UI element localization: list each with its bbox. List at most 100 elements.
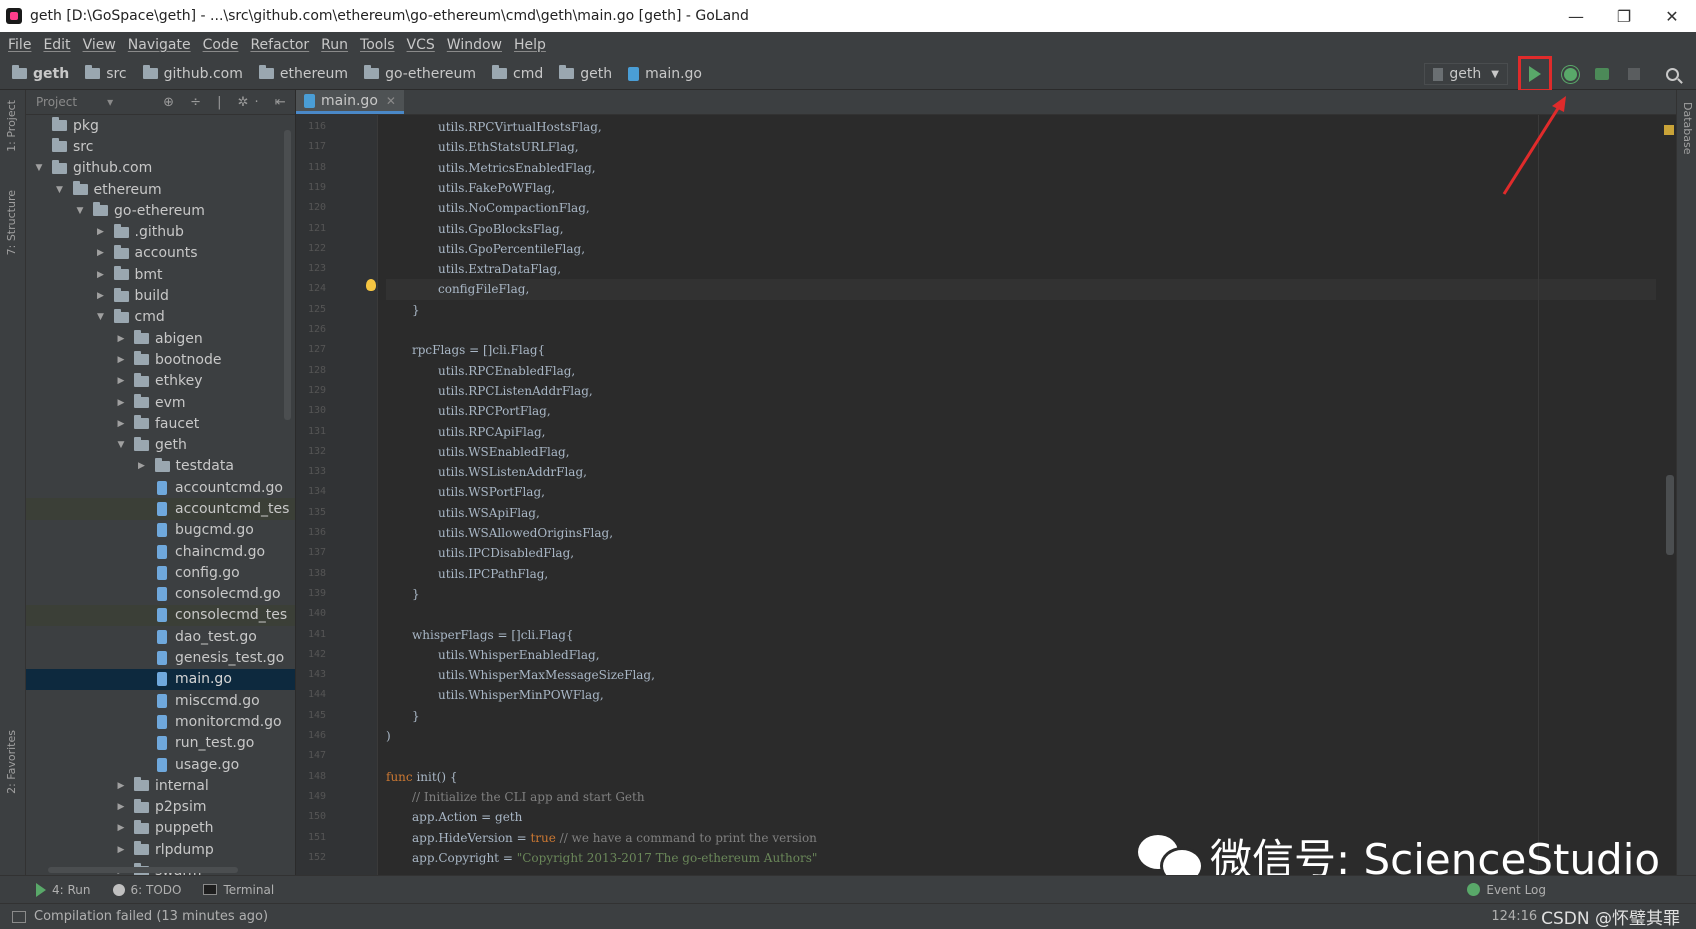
collapsed-arrow-icon[interactable]: ▶ <box>96 270 106 280</box>
expanded-arrow-icon[interactable]: ▼ <box>96 312 106 322</box>
tree-item[interactable]: misccmd.go <box>26 690 295 711</box>
tree-item[interactable]: genesis_test.go <box>26 647 295 668</box>
tree-item[interactable]: ▶ faucet <box>26 413 295 434</box>
caret-position[interactable]: 124:16 <box>1491 909 1537 924</box>
tree-item[interactable]: bugcmd.go <box>26 520 295 541</box>
tree-item[interactable]: src <box>26 136 295 157</box>
tree-item[interactable]: usage.go <box>26 754 295 775</box>
project-horizontal-scrollbar[interactable] <box>48 867 238 873</box>
tree-item[interactable]: ▶ internal <box>26 775 295 796</box>
project-panel-tools[interactable]: ⊕ ÷ | ✲· ⇤ <box>163 95 292 110</box>
chevron-down-icon[interactable]: ▾ <box>107 95 113 109</box>
tree-item[interactable]: ▼ go-ethereum <box>26 200 295 221</box>
collapsed-arrow-icon[interactable]: ▶ <box>116 781 126 791</box>
collapsed-arrow-icon[interactable]: ▶ <box>116 398 126 408</box>
tree-item[interactable]: ▼ github.com <box>26 158 295 179</box>
debug-button[interactable] <box>1556 60 1584 88</box>
project-panel-title[interactable]: Project <box>36 95 77 109</box>
tree-item[interactable]: ▼ ethereum <box>26 179 295 200</box>
tree-item[interactable]: consolecmd.go <box>26 584 295 605</box>
collapsed-arrow-icon[interactable]: ▶ <box>116 334 126 344</box>
tab-main-go[interactable]: main.go ✕ <box>296 90 404 114</box>
tab-project[interactable]: 1: Project <box>5 100 18 152</box>
menu-item-vcs[interactable]: VCS <box>407 37 435 53</box>
breadcrumb-item[interactable]: go-ethereum <box>364 65 476 82</box>
lightbulb-icon[interactable] <box>366 279 376 291</box>
tree-item[interactable]: ▶ .github <box>26 221 295 242</box>
tree-item[interactable]: ▶ build <box>26 285 295 306</box>
tree-item[interactable]: ▶ puppeth <box>26 818 295 839</box>
breadcrumb-item[interactable]: geth <box>559 65 612 82</box>
tree-item[interactable]: dao_test.go <box>26 626 295 647</box>
menu-item-window[interactable]: Window <box>447 37 502 53</box>
code-area[interactable]: utils.RPCVirtualHostsFlag, utils.EthStats… <box>386 115 1656 875</box>
collapsed-arrow-icon[interactable]: ▶ <box>116 823 126 833</box>
tree-item[interactable]: ▶ accounts <box>26 243 295 264</box>
tab-favorites[interactable]: 2: Favorites <box>5 730 18 794</box>
todo-tool-button[interactable]: 6: TODO <box>112 883 181 897</box>
tree-item[interactable]: accountcmd.go <box>26 477 295 498</box>
tree-item[interactable]: pkg <box>26 115 295 136</box>
tree-item[interactable]: ▼ geth <box>26 434 295 455</box>
collapsed-arrow-icon[interactable]: ▶ <box>137 461 147 471</box>
menu-item-run[interactable]: Run <box>321 37 348 53</box>
tree-item[interactable]: accountcmd_tes <box>26 498 295 520</box>
tree-item[interactable]: ▶ evm <box>26 392 295 413</box>
menu-item-navigate[interactable]: Navigate <box>128 37 191 53</box>
menu-item-refactor[interactable]: Refactor <box>250 37 309 53</box>
project-scrollbar[interactable] <box>284 130 291 420</box>
search-everywhere-button[interactable] <box>1658 60 1686 88</box>
breadcrumb-item[interactable]: ethereum <box>258 65 348 82</box>
breadcrumb-item[interactable]: cmd <box>492 65 543 82</box>
tree-item[interactable]: ▶ p2psim <box>26 797 295 818</box>
restore-button[interactable]: ❐ <box>1600 0 1648 32</box>
collapsed-arrow-icon[interactable]: ▶ <box>96 227 106 237</box>
tree-item[interactable]: ▶ rlpdump <box>26 839 295 860</box>
minimize-button[interactable]: — <box>1552 0 1600 32</box>
tree-item[interactable]: run_test.go <box>26 733 295 754</box>
warning-marker[interactable] <box>1664 125 1674 135</box>
tree-item[interactable]: monitorcmd.go <box>26 711 295 732</box>
tree-item[interactable]: ▶ ethkey <box>26 371 295 392</box>
tree-item[interactable]: main.go <box>26 668 295 691</box>
terminal-tool-button[interactable]: Terminal <box>203 883 274 897</box>
run-tool-button[interactable]: 4: Run <box>36 882 91 897</box>
breadcrumb-item[interactable]: geth <box>12 65 69 82</box>
collapsed-arrow-icon[interactable]: ▶ <box>116 845 126 855</box>
menu-item-tools[interactable]: Tools <box>360 37 395 53</box>
collapsed-arrow-icon[interactable]: ▶ <box>96 291 106 301</box>
tree-item[interactable]: ▶ bootnode <box>26 349 295 370</box>
tree-item[interactable]: ▼ cmd <box>26 307 295 328</box>
tree-item[interactable]: ▶ bmt <box>26 264 295 285</box>
stop-button[interactable] <box>1620 60 1648 88</box>
collapsed-arrow-icon[interactable]: ▶ <box>96 248 106 258</box>
tree-item[interactable]: consolecmd_tes <box>26 604 295 627</box>
expanded-arrow-icon[interactable]: ▼ <box>34 163 44 173</box>
menu-item-code[interactable]: Code <box>203 37 239 53</box>
menu-item-help[interactable]: Help <box>514 37 546 53</box>
collapsed-arrow-icon[interactable]: ▶ <box>116 355 126 365</box>
menu-item-view[interactable]: View <box>83 37 116 53</box>
close-icon[interactable]: ✕ <box>386 94 396 108</box>
run-button[interactable] <box>1518 56 1552 92</box>
menu-item-edit[interactable]: Edit <box>43 37 70 53</box>
status-panel-icon[interactable] <box>12 910 26 923</box>
expanded-arrow-icon[interactable]: ▼ <box>55 185 65 195</box>
menu-item-file[interactable]: File <box>8 37 31 53</box>
collapsed-arrow-icon[interactable]: ▶ <box>116 376 126 386</box>
editor-scrollbar[interactable] <box>1666 475 1674 555</box>
tree-item[interactable]: ▶ abigen <box>26 328 295 349</box>
tree-item[interactable]: chaincmd.go <box>26 541 295 562</box>
tree-item[interactable]: config.go <box>26 562 295 583</box>
collapsed-arrow-icon[interactable]: ▶ <box>116 802 126 812</box>
tab-database[interactable]: Database <box>1681 102 1694 155</box>
event-log-button[interactable]: Event Log <box>1467 883 1546 897</box>
run-configuration-select[interactable]: geth ▼ <box>1424 63 1508 85</box>
run-with-coverage-button[interactable] <box>1588 60 1616 88</box>
close-button[interactable]: ✕ <box>1648 0 1696 32</box>
expanded-arrow-icon[interactable]: ▼ <box>75 206 85 216</box>
tree-item[interactable]: ▶ testdata <box>26 456 295 477</box>
expanded-arrow-icon[interactable]: ▼ <box>116 440 126 450</box>
collapsed-arrow-icon[interactable]: ▶ <box>116 419 126 429</box>
tab-structure[interactable]: 7: Structure <box>5 190 18 255</box>
